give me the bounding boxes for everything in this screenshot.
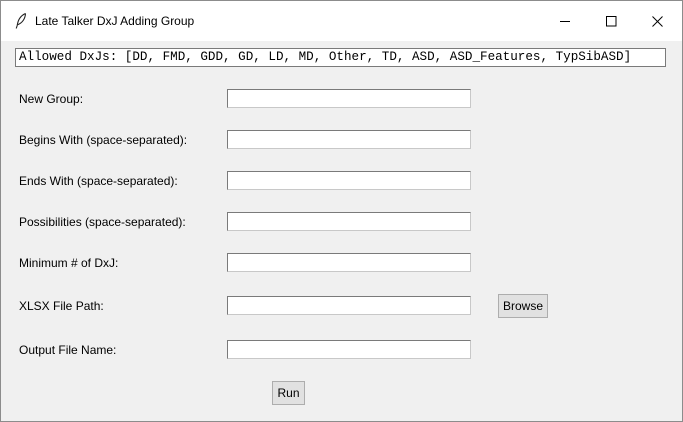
output-file-input[interactable] — [227, 340, 471, 359]
close-button[interactable] — [634, 1, 680, 41]
xlsx-path-input[interactable] — [227, 296, 471, 315]
new-group-label: New Group: — [19, 92, 84, 106]
allowed-dxjs-display: Allowed DxJs: [DD, FMD, GDD, GD, LD, MD,… — [15, 48, 666, 67]
app-window: Late Talker DxJ Adding Group Allowed DxJ… — [0, 0, 683, 422]
begins-with-input[interactable] — [227, 130, 471, 149]
title-bar[interactable]: Late Talker DxJ Adding Group — [1, 1, 682, 41]
output-file-label: Output File Name: — [19, 343, 117, 357]
minimum-dxj-label: Minimum # of DxJ: — [19, 256, 119, 270]
new-group-input[interactable] — [227, 89, 471, 108]
minimize-icon — [559, 16, 571, 27]
window-title: Late Talker DxJ Adding Group — [35, 14, 195, 28]
possibilities-input[interactable] — [227, 212, 471, 231]
maximize-icon — [605, 15, 617, 27]
xlsx-path-label: XLSX File Path: — [19, 299, 104, 313]
begins-with-label: Begins With (space-separated): — [19, 133, 188, 147]
ends-with-label: Ends With (space-separated): — [19, 174, 178, 188]
maximize-button[interactable] — [588, 1, 634, 41]
run-button[interactable]: Run — [272, 381, 305, 405]
feather-icon — [15, 12, 27, 29]
browse-button[interactable]: Browse — [498, 294, 548, 318]
minimize-button[interactable] — [542, 1, 588, 41]
minimum-dxj-input[interactable] — [227, 253, 471, 272]
ends-with-input[interactable] — [227, 171, 471, 190]
possibilities-label: Possibilities (space-separated): — [19, 215, 186, 229]
close-icon — [651, 15, 663, 27]
